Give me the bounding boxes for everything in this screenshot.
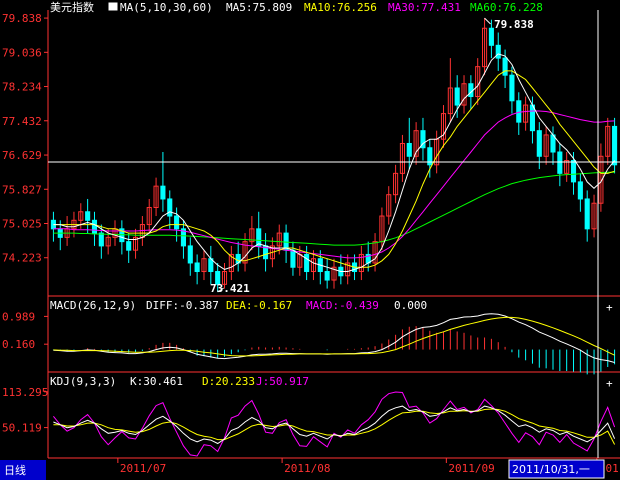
candle-body: [454, 87, 460, 106]
candle-body: [529, 104, 536, 132]
macd-tick-label: 0.160: [2, 338, 35, 351]
candle-body: [495, 44, 501, 59]
ma30-value: MA30:77.431: [388, 1, 461, 14]
candle-body: [612, 125, 618, 166]
month-tick-label: 2011/08: [284, 462, 330, 475]
candle-body: [304, 253, 310, 273]
price-tick-label: 75.827: [2, 183, 42, 196]
candle-body: [174, 215, 180, 230]
ma-toggle-icon[interactable]: [107, 1, 119, 12]
macd-tick-label: 0.989: [2, 310, 35, 323]
cursor-date-label: 2011/10/31,一: [512, 463, 590, 476]
candle-body: [91, 219, 98, 234]
candle-body: [577, 181, 583, 200]
candle-body: [85, 211, 91, 221]
macd-hist-value: MACD:-0.439: [306, 299, 379, 312]
candle-body: [126, 241, 132, 251]
candle-body: [516, 100, 522, 123]
month-tick-label: 2011/09: [448, 462, 494, 475]
macd-dea-value: DEA:-0.167: [226, 299, 292, 312]
price-tick-label: 79.036: [2, 46, 42, 59]
candle-body: [536, 130, 542, 157]
candle-body: [468, 83, 474, 98]
low-price-label: 73.421: [210, 282, 250, 295]
price-tick-label: 76.629: [2, 149, 42, 162]
instrument-title: 美元指数: [50, 0, 94, 14]
kdj-expand-icon[interactable]: +: [606, 377, 613, 390]
candle-body: [570, 160, 577, 183]
candle-body: [167, 198, 173, 217]
price-tick-label: 77.432: [2, 115, 42, 128]
period-tab-label: 日线: [4, 463, 26, 477]
kdj-header: KDJ(9,3,3): [50, 375, 116, 388]
price-tick-label: 79.838: [2, 12, 42, 25]
candle-body: [324, 271, 330, 281]
kdj-k-value: K:30.461: [130, 375, 183, 388]
candle-body: [509, 74, 515, 102]
candle-body: [290, 249, 296, 268]
high-price-label: 79.838: [494, 18, 534, 31]
ma60-value: MA60:76.228: [470, 1, 543, 14]
candle-body: [557, 151, 563, 174]
kdj-tick-label: 113.295: [2, 386, 48, 399]
price-tick-label: 78.234: [2, 81, 42, 94]
ma-header: MA(5,10,30,60): [120, 1, 213, 14]
macd-header: MACD(26,12,9): [50, 299, 136, 312]
kdj-tick-label: 50.119: [2, 422, 42, 435]
candle-body: [194, 262, 200, 273]
candle-body: [502, 57, 508, 76]
candle-body: [187, 245, 193, 264]
stock-chart-root: 79.838 79.036 78.234 77.432 76.629 75.827 75.0…: [0, 0, 620, 480]
chart-background: [0, 0, 620, 480]
month-tick-label: 2011/07: [120, 462, 166, 475]
candle-body: [488, 27, 494, 46]
macd-expand-icon[interactable]: +: [606, 301, 613, 314]
kdj-d-value: D:20.233: [202, 375, 255, 388]
candle-body: [160, 185, 166, 200]
macd-extra-value: 0.000: [394, 299, 427, 312]
price-tick-label: 74.223: [2, 252, 42, 265]
ma10-value: MA10:76.256: [304, 1, 377, 14]
price-tick-label: 75.025: [2, 218, 42, 231]
macd-diff-value: DIFF:-0.387: [146, 299, 219, 312]
candle-body: [584, 198, 590, 230]
ma5-value: MA5:75.809: [226, 1, 292, 14]
candle-body: [406, 142, 412, 157]
candle-body: [98, 232, 104, 247]
kdj-j-value: J:50.917: [256, 375, 309, 388]
